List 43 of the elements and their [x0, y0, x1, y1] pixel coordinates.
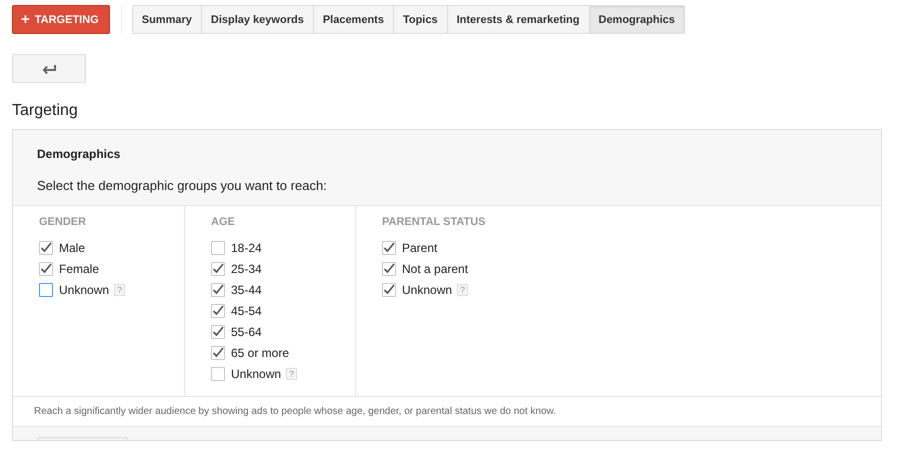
- checkbox[interactable]: [382, 282, 396, 296]
- checkbox[interactable]: [382, 262, 396, 276]
- panel-title: Demographics: [37, 147, 122, 161]
- back-arrow-icon: [42, 64, 56, 74]
- option-label: 35-44: [231, 282, 262, 296]
- prompt-text: Select the demographic groups you want to reach:: [37, 178, 328, 193]
- option-label: 55-64: [231, 324, 262, 338]
- checkbox[interactable]: [211, 240, 225, 254]
- tab[interactable]: Interests & remarketing: [446, 6, 588, 33]
- checkbox[interactable]: [211, 366, 225, 380]
- checkbox[interactable]: [39, 282, 53, 296]
- plus-icon: +: [21, 11, 30, 28]
- checkbox[interactable]: [211, 304, 225, 318]
- group-heading: AGE: [211, 216, 236, 228]
- add-targeting-button[interactable]: + TARGETING: [12, 5, 110, 34]
- tab[interactable]: Demographics: [588, 6, 684, 33]
- tab[interactable]: Placements: [312, 6, 393, 33]
- checkbox[interactable]: [382, 240, 396, 254]
- checkbox[interactable]: [211, 282, 225, 296]
- option-label: 65 or more: [231, 346, 290, 360]
- option-label: 18-24: [231, 240, 262, 254]
- option-label: 45-54: [231, 304, 262, 318]
- option-label: Unknown: [231, 366, 282, 380]
- checkbox[interactable]: [211, 346, 225, 360]
- checkbox[interactable]: [211, 262, 225, 276]
- checkbox[interactable]: [39, 262, 53, 276]
- back-button[interactable]: [12, 54, 86, 83]
- section-title: Targeting: [12, 102, 79, 120]
- tab[interactable]: Summary: [132, 6, 201, 33]
- tab[interactable]: Topics: [392, 6, 447, 33]
- group-heading: PARENTAL STATUS: [382, 216, 486, 228]
- option-label: 25-34: [231, 262, 262, 276]
- option-label: Parent: [402, 240, 438, 254]
- option-label: Female: [59, 262, 100, 276]
- option-label: Male: [59, 240, 86, 254]
- checkbox[interactable]: [39, 240, 53, 254]
- option-label: Not a parent: [402, 262, 468, 276]
- tab[interactable]: Display keywords: [200, 6, 313, 33]
- note-text: Reach a significantly wider audience by showing ads to people whose age, gender, or parental status we do not know.: [13, 396, 881, 427]
- checkbox[interactable]: [211, 324, 225, 338]
- group-heading: GENDER: [39, 216, 88, 228]
- option-label: Unknown: [402, 282, 452, 296]
- option-label: Unknown: [59, 282, 110, 296]
